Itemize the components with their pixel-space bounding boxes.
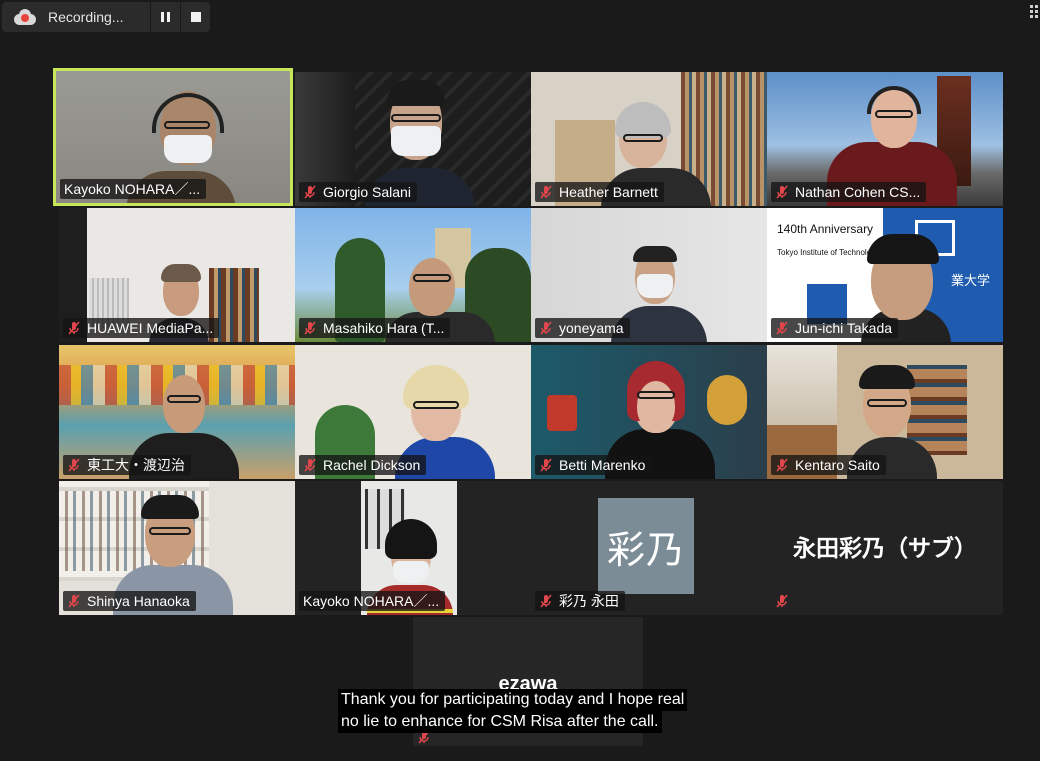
participant-tile[interactable]: Rachel Dickson — [295, 345, 531, 479]
muted-mic-icon — [67, 594, 81, 608]
participant-name-tag: Heather Barnett — [535, 182, 664, 202]
participant-name-tag: 東工大・渡辺治 — [63, 455, 191, 475]
participant-name-tag: Rachel Dickson — [299, 455, 427, 475]
participant-name-tag: Jun-ichi Takada — [771, 318, 899, 338]
participant-name: Jun-ichi Takada — [795, 320, 893, 336]
participant-tile[interactable]: Giorgio Salani — [295, 72, 531, 206]
muted-mic-icon — [539, 594, 553, 608]
caption-line: Thank you for participating today and I … — [338, 689, 688, 711]
participant-tile[interactable]: HUAWEI MediaPa... — [59, 208, 295, 342]
muted-mic-icon — [775, 185, 789, 199]
participant-name: Nathan Cohen CS... — [795, 184, 921, 200]
live-captions: Thank you for participating today and I … — [338, 689, 688, 733]
stop-icon — [190, 12, 201, 22]
caption-line: no lie to enhance for CSM Risa after the… — [338, 711, 662, 733]
recording-label: Recording... — [48, 9, 124, 25]
participant-name: yoneyama — [559, 320, 624, 336]
participant-name-tag: 彩乃 永田 — [535, 591, 625, 611]
participant-name-tag — [771, 591, 801, 611]
participant-avatar: 彩乃 — [598, 498, 694, 594]
participant-tile[interactable]: Kentaro Saito — [767, 345, 1003, 479]
participant-tile[interactable]: 140th Anniversary Tokyo Institute of Tec… — [767, 208, 1003, 342]
participant-tile[interactable]: 永田彩乃（サブ） — [767, 481, 1003, 615]
pause-icon — [161, 12, 170, 22]
participant-tile[interactable]: Masahiko Hara (T... — [295, 208, 531, 342]
muted-mic-icon — [539, 185, 553, 199]
participant-name-tag: Kayoko NOHARA／... — [299, 591, 446, 611]
muted-mic-icon — [775, 321, 789, 335]
participant-name-tag: Shinya Hanaoka — [63, 591, 196, 611]
participant-name-tag: HUAWEI MediaPa... — [63, 318, 220, 338]
participant-name: 東工大・渡辺治 — [87, 457, 185, 473]
participant-name-tag: Betti Marenko — [535, 455, 652, 475]
participant-name: Rachel Dickson — [323, 457, 421, 473]
muted-mic-icon — [775, 458, 789, 472]
participant-name: Masahiko Hara (T... — [323, 320, 445, 336]
muted-mic-icon — [67, 458, 81, 472]
participant-tile[interactable]: yoneyama — [531, 208, 767, 342]
pause-recording-button[interactable] — [150, 2, 180, 32]
institute-jp-text: 業大学 — [951, 273, 991, 288]
muted-mic-icon — [775, 594, 789, 608]
institute-text: Tokyo Institute of Technology — [777, 248, 880, 257]
participant-name-tag: Kayoko NOHARA／... — [60, 179, 207, 199]
participant-tile[interactable]: Kayoko NOHARA／... — [53, 68, 293, 206]
zoom-meeting-window: Recording... Kayoko NOHARA／... Giorgio S… — [0, 0, 1040, 761]
muted-mic-icon — [303, 458, 317, 472]
stop-recording-button[interactable] — [180, 2, 210, 32]
grid-view-icon[interactable] — [1030, 5, 1038, 18]
participant-name-tag: Giorgio Salani — [299, 182, 417, 202]
participant-tile[interactable]: Betti Marenko — [531, 345, 767, 479]
participant-name-tag: Kentaro Saito — [771, 455, 886, 475]
participant-name: 彩乃 永田 — [559, 593, 619, 609]
muted-mic-icon — [539, 321, 553, 335]
participant-name: HUAWEI MediaPa... — [87, 320, 214, 336]
participant-name: Kayoko NOHARA／... — [303, 593, 440, 609]
participant-name: Betti Marenko — [559, 457, 646, 473]
muted-mic-icon — [67, 321, 81, 335]
muted-mic-icon — [303, 185, 317, 199]
participant-name: Kentaro Saito — [795, 457, 880, 473]
participant-tile[interactable]: 東工大・渡辺治 — [59, 345, 295, 479]
participant-name: Shinya Hanaoka — [87, 593, 190, 609]
participant-name-tag: Masahiko Hara (T... — [299, 318, 451, 338]
muted-mic-icon — [303, 321, 317, 335]
participant-name-tag: Nathan Cohen CS... — [771, 182, 927, 202]
participant-tile[interactable]: 彩乃 彩乃 永田 — [531, 481, 767, 615]
participant-tile[interactable]: Shinya Hanaoka — [59, 481, 295, 615]
participant-name: Kayoko NOHARA／... — [64, 181, 201, 197]
participant-name: Heather Barnett — [559, 184, 658, 200]
muted-mic-icon — [539, 458, 553, 472]
participant-name-tag: yoneyama — [535, 318, 630, 338]
recording-status: Recording... — [2, 2, 150, 32]
avatar-text: 彩乃 — [606, 529, 685, 572]
participant-tile[interactable]: Heather Barnett — [531, 72, 767, 206]
anniversary-text: 140th Anniversary — [777, 222, 874, 236]
participant-tile[interactable]: Kayoko NOHARA／... — [295, 481, 531, 615]
participant-name: Giorgio Salani — [323, 184, 411, 200]
cloud-recording-icon — [14, 9, 36, 25]
participant-tile[interactable]: Nathan Cohen CS... — [767, 72, 1003, 206]
recording-bar: Recording... — [2, 2, 210, 32]
participant-display-name: 永田彩乃（サブ） — [793, 535, 977, 561]
